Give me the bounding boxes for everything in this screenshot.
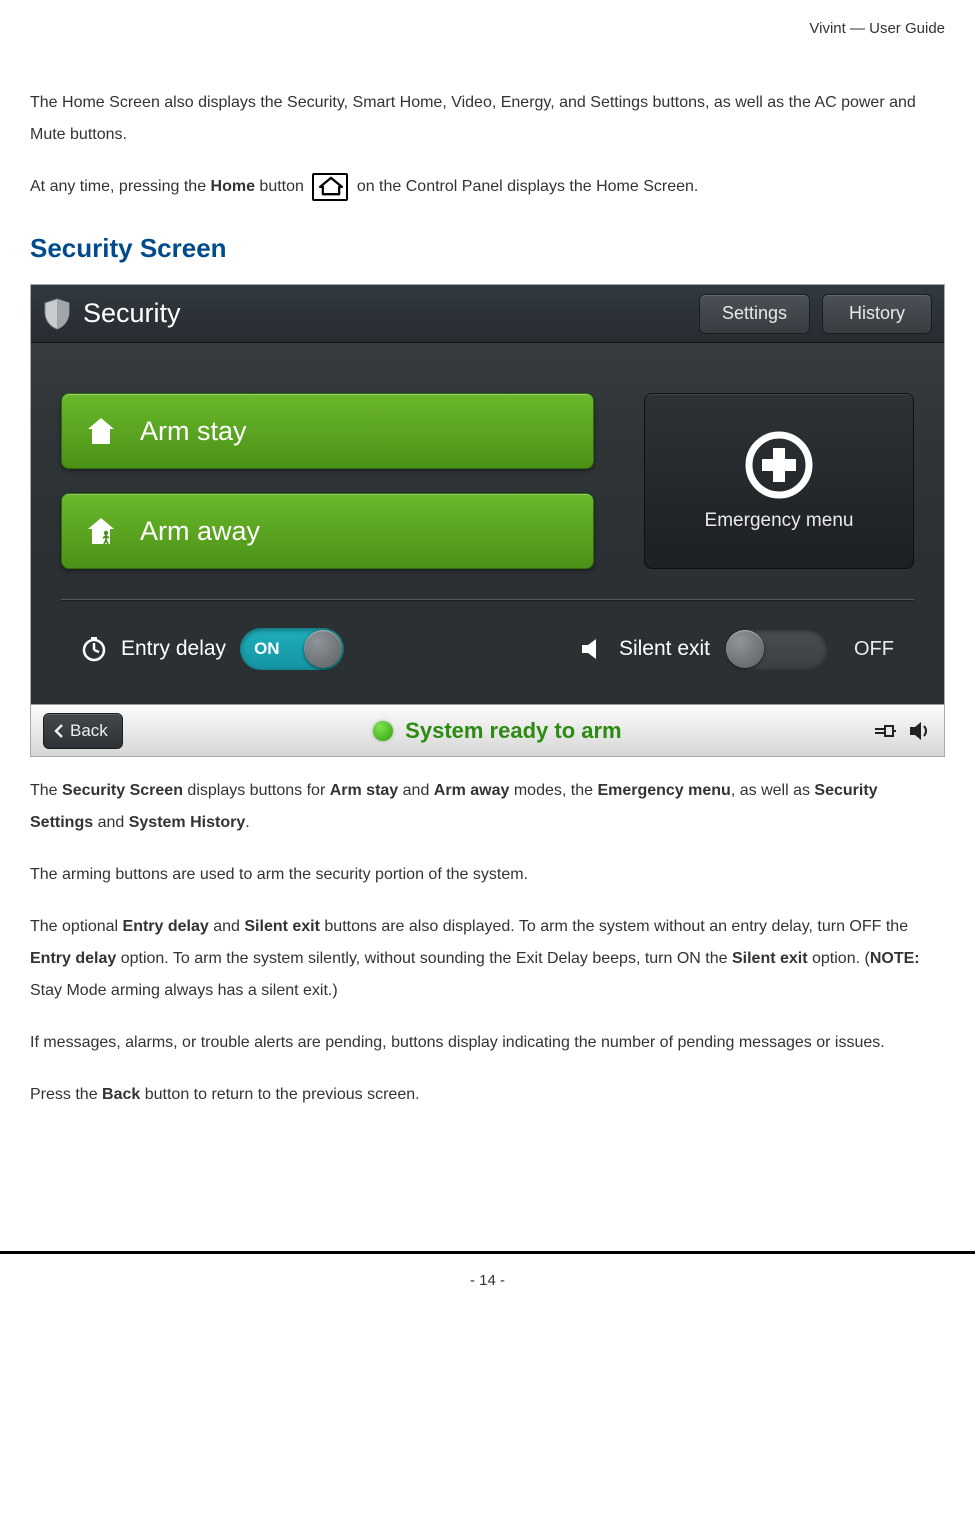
emergency-menu-button[interactable]: Emergency menu <box>644 393 914 569</box>
doc-header: Vivint — User Guide <box>30 20 945 37</box>
section-title: Security Screen <box>30 233 945 264</box>
emergency-menu-label: Emergency menu <box>705 510 854 532</box>
body-p5: Press the Back button to return to the p… <box>30 1079 945 1111</box>
back-label: Back <box>70 721 108 741</box>
settings-button[interactable]: Settings <box>699 294 810 334</box>
history-button[interactable]: History <box>822 294 932 334</box>
entry-delay-label: Entry delay <box>121 637 226 661</box>
page-number: - 14 - <box>0 1254 975 1307</box>
body-p2: The arming buttons are used to arm the s… <box>30 859 945 891</box>
entry-delay-toggle[interactable]: ON <box>240 628 344 670</box>
status-indicator-dot <box>373 721 393 741</box>
back-button[interactable]: Back <box>43 713 123 749</box>
toggle-knob <box>726 630 764 668</box>
chevron-left-icon <box>54 724 64 738</box>
timer-icon <box>81 636 107 662</box>
volume-icon[interactable] <box>908 720 932 742</box>
arm-stay-button[interactable]: Arm stay <box>61 393 594 469</box>
body-p3: The optional Entry delay and Silent exit… <box>30 911 945 1007</box>
home-button-icon <box>312 173 348 201</box>
status-text: System ready to arm <box>405 718 621 744</box>
arm-away-label: Arm away <box>140 516 260 547</box>
screen-title: Security <box>83 298 687 329</box>
silent-exit-toggle[interactable] <box>724 628 828 670</box>
power-plug-icon[interactable] <box>872 720 896 742</box>
medical-cross-icon <box>744 430 814 500</box>
security-screen-screenshot: Security Settings History Arm stay <box>30 284 945 757</box>
silent-exit-state: OFF <box>854 638 894 661</box>
silent-exit-label: Silent exit <box>619 637 710 661</box>
arm-stay-label: Arm stay <box>140 416 247 447</box>
body-p4: If messages, alarms, or trouble alerts a… <box>30 1027 945 1059</box>
speaker-icon <box>579 636 605 662</box>
arm-away-button[interactable]: Arm away <box>61 493 594 569</box>
house-away-icon <box>84 514 118 548</box>
toggle-knob <box>304 630 342 668</box>
screen-header: Security Settings History <box>31 285 944 343</box>
house-stay-icon <box>84 414 118 448</box>
shield-icon <box>43 298 71 330</box>
body-p1: The Security Screen displays buttons for… <box>30 775 945 839</box>
entry-delay-state: ON <box>254 639 280 659</box>
intro-paragraph-2: At any time, pressing the Home button on… <box>30 171 945 203</box>
intro-paragraph-1: The Home Screen also displays the Securi… <box>30 87 945 151</box>
